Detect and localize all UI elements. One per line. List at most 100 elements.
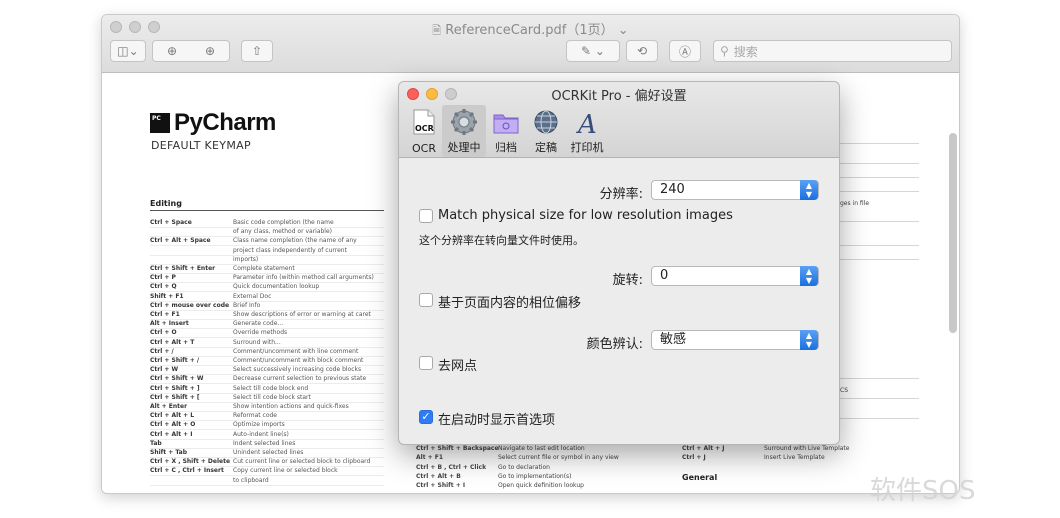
shortcut-desc: Reformat code: [233, 412, 277, 420]
color-recognition-popup[interactable]: 敏感 ▲ ▼: [651, 330, 819, 350]
keymap-row: Shift + F1 External Doc: [150, 293, 384, 302]
phase-offset-checkbox[interactable]: [419, 293, 433, 307]
tab-archive[interactable]: 归档: [484, 105, 528, 157]
keymap-row: Tab Indent selected lines: [150, 440, 384, 449]
shortcut-desc: Copy current line or selected block: [233, 467, 338, 475]
resolution-popup[interactable]: 240 ▲ ▼: [651, 180, 819, 200]
tab-processing[interactable]: 处理中: [442, 105, 486, 157]
pycharm-logo-badge: PC: [150, 113, 170, 133]
search-placeholder: 搜索: [733, 44, 758, 59]
preview-title-area[interactable]: 🗎 ReferenceCard.pdf（1页） ⌄: [102, 19, 959, 41]
keymap-row: Ctrl + Space Basic code completion (the n…: [150, 219, 384, 228]
shortcut-desc: Select till code block start: [233, 393, 311, 401]
shortcut-key: Ctrl + Alt + I: [150, 430, 193, 438]
ocr-icon-text: OCR: [415, 124, 434, 133]
shortcut-key: Ctrl + Shift + Backspace: [416, 445, 499, 452]
doc-divider: [829, 163, 919, 164]
doc-divider: [829, 177, 919, 178]
zoom-control[interactable]: ⊕ ⊕: [152, 40, 230, 62]
keymap-row: Ctrl + Q Quick documentation lookup: [150, 283, 384, 293]
search-field[interactable]: ⚲ 搜索: [713, 40, 952, 62]
zoom-out-icon[interactable]: ⊕: [167, 44, 177, 58]
shortcut-desc: Parameter info (within method call argum…: [233, 274, 374, 282]
keymap-row: Alt + Insert Generate code...: [150, 320, 384, 330]
match-size-checkbox[interactable]: [419, 209, 433, 223]
keymap-row: Ctrl + Alt + B Go to implementation(s): [416, 473, 646, 481]
shortcut-desc: External Doc: [233, 292, 272, 300]
vertical-scrollbar[interactable]: [949, 133, 957, 333]
keymap-row: Ctrl + / Comment/uncomment with line comm…: [150, 348, 384, 357]
shortcut-key: Shift + F1: [150, 292, 184, 300]
phase-offset-label[interactable]: 基于页面内容的相位偏移: [438, 292, 581, 311]
keymap-row: Ctrl + F1 Show descriptions of error or w…: [150, 311, 384, 320]
rotation-value: 0: [660, 268, 669, 283]
annotate-icon: Ⓐ: [678, 44, 691, 59]
keymap-row: Ctrl + mouse over code Brief Info: [150, 302, 384, 311]
tab-printer-label: 打印机: [570, 141, 604, 154]
keymap-row: Ctrl + Shift + ] Select till code block e…: [150, 385, 384, 394]
match-size-label[interactable]: Match physical size for low resolution i…: [438, 208, 733, 223]
shortcut-key: Ctrl + Shift + [: [150, 393, 200, 401]
shortcut-key: Ctrl + Shift + /: [150, 357, 200, 364]
shortcut-key: Ctrl + Q: [150, 283, 177, 291]
popup-arrows-icon: ▲ ▼: [800, 180, 818, 200]
shortcut-desc: Select till code block end: [233, 384, 309, 392]
shortcut-desc: of any class, method or variable): [233, 228, 333, 236]
tab-printer[interactable]: A 打印机: [565, 105, 609, 157]
section-editing: Editing: [150, 199, 384, 211]
shortcut-key: Ctrl + P: [150, 274, 176, 282]
tab-ocr[interactable]: OCR OCR: [402, 105, 446, 157]
resolution-value: 240: [660, 182, 685, 197]
shortcut-key: Ctrl + Alt + J: [682, 445, 725, 452]
shortcut-desc: Complete statement: [233, 265, 295, 272]
share-button[interactable]: ⇧: [241, 40, 273, 62]
descreen-checkbox[interactable]: [419, 356, 433, 370]
keymap-row: Shift + Tab Unindent selected lines: [150, 449, 384, 458]
shortcut-desc: Indent selected lines: [233, 439, 296, 447]
resolution-label: 分辨率:: [599, 187, 643, 202]
rotate-button[interactable]: ⟲: [626, 40, 658, 62]
markup-button[interactable]: ✎ ⌄: [566, 40, 620, 62]
keymap-row: Ctrl + P Parameter info (within method ca…: [150, 274, 384, 284]
shortcut-desc: Go to implementation(s): [498, 472, 572, 480]
doc-divider: [829, 245, 919, 246]
show-prefs-checkbox[interactable]: ✓: [419, 410, 433, 424]
descreen-label[interactable]: 去网点: [438, 355, 477, 374]
doc-divider: [829, 259, 919, 260]
keymap-row: Ctrl + Alt + J Surround with Live Templat…: [682, 445, 852, 453]
shortcut-key: Ctrl + Shift + ]: [150, 384, 200, 392]
pen-icon: ✎: [581, 44, 592, 58]
doc-divider: [829, 418, 919, 419]
chevron-down-icon: ⌄: [594, 44, 605, 58]
shortcut-key: Ctrl + Alt + T: [150, 338, 195, 346]
rotation-popup[interactable]: 0 ▲ ▼: [651, 266, 819, 286]
doc-divider: [829, 378, 919, 379]
keymap-subtitle: DEFAULT KEYMAP: [151, 139, 251, 152]
shortcut-desc: Surround with Live Template: [764, 445, 850, 452]
sidebar-toggle-button[interactable]: ◫⌄: [110, 40, 146, 62]
shortcut-desc: Optimize imports: [233, 421, 285, 429]
keymap-row: Ctrl + B , Ctrl + Click Go to declaration: [416, 464, 646, 472]
shortcut-key: Ctrl + mouse over code: [150, 301, 230, 309]
keymap-row: Ctrl + Shift + [ Select till code block s…: [150, 394, 384, 403]
rotate-icon: ⟲: [636, 44, 648, 58]
shortcut-key: Ctrl + C , Ctrl + Insert: [150, 467, 224, 475]
shortcut-key: Ctrl + X , Shift + Delete: [150, 458, 231, 466]
shortcut-desc: Generate code...: [233, 320, 284, 328]
shortcut-desc: Select current file or symbol in any vie…: [498, 454, 619, 462]
checkmark-icon: ✓: [421, 410, 431, 423]
zoom-in-icon[interactable]: ⊕: [205, 44, 215, 58]
shortcut-desc: imports): [233, 255, 259, 263]
shortcut-desc: Brief Info: [233, 301, 261, 309]
dialog-title: OCRKit Pro - 偏好设置: [551, 89, 687, 104]
annotate-button[interactable]: Ⓐ: [669, 40, 701, 62]
doc-fragment: CS: [840, 387, 848, 394]
shortcut-key: Ctrl + Alt + B: [416, 472, 461, 480]
shortcut-desc: Show descriptions of error or warning at…: [233, 311, 371, 318]
show-prefs-label[interactable]: 在启动时显示首选项: [438, 409, 555, 428]
keymap-row: imports): [150, 256, 384, 265]
section-general: General: [682, 473, 718, 482]
tab-finalize[interactable]: 定稿: [524, 105, 568, 157]
shortcut-key: Ctrl + O: [150, 329, 177, 337]
shortcut-key: Alt + Insert: [150, 320, 189, 328]
